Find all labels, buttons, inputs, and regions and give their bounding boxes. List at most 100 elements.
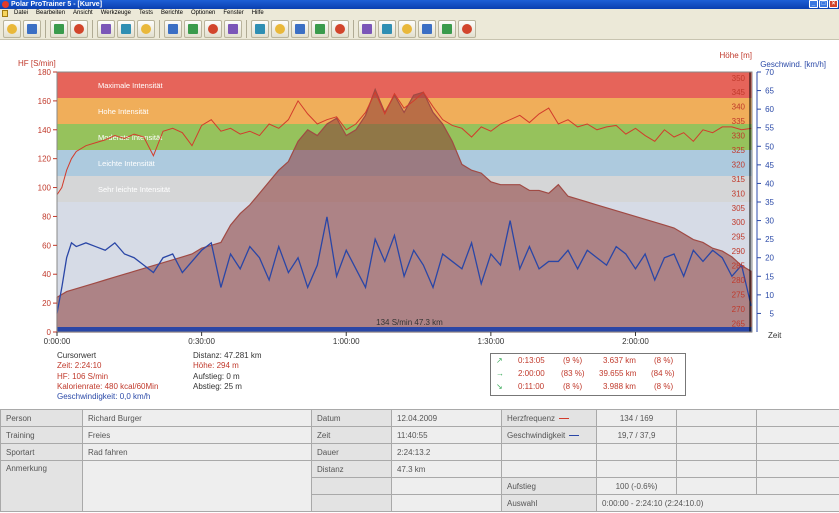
- y-right-alt-axis-title: Höhe [m]: [720, 51, 752, 60]
- menu-optionen[interactable]: Optionen: [187, 9, 219, 18]
- menu-hilfe[interactable]: Hilfe: [248, 9, 268, 18]
- y-right-alt-tick-label: 330: [732, 132, 746, 141]
- selection-value: 0:00:00 - 2:24:10 (2:24:10.0): [596, 494, 839, 512]
- ascent-value: 100 (-0.6%): [596, 477, 677, 495]
- y-right-speed-tick-label: 70: [765, 68, 774, 77]
- menu-ansicht[interactable]: Ansicht: [69, 9, 97, 18]
- cursor-hf: HF: 106 S/min: [57, 371, 109, 381]
- training-label: Training: [0, 426, 83, 444]
- menu-werkzeuge[interactable]: Werkzeuge: [97, 9, 135, 18]
- y-right-alt-tick-label: 340: [732, 103, 746, 112]
- sport-value[interactable]: Rad fahren: [82, 443, 312, 461]
- info-altitude: Höhe: 294 m: [193, 361, 239, 371]
- zones-icon[interactable]: [204, 19, 222, 38]
- open-folder-icon[interactable]: [3, 19, 21, 38]
- x-axis-title: Zeit: [768, 331, 782, 340]
- distance-value: 47.3 km: [391, 460, 502, 478]
- save-icon[interactable]: [23, 19, 41, 38]
- speed-legend-line: [569, 434, 580, 436]
- info-descent: Abstieg: 25 m: [193, 381, 242, 391]
- download-icon[interactable]: [271, 19, 289, 38]
- slope-stats-box: ↗ 0:13:05 (9 %) 3.637 km (8 %) → 2:00:00…: [490, 353, 686, 396]
- person-value[interactable]: Richard Burger: [82, 409, 312, 427]
- chart-column-icon[interactable]: [184, 19, 202, 38]
- curve-chart[interactable]: Maximale Intensität Hohe Intensität Modera…: [0, 48, 839, 348]
- menu-berichte[interactable]: Berichte: [157, 9, 187, 18]
- stats-time: 0:11:00: [518, 382, 545, 391]
- stats-row-up: ↗ 0:13:05 (9 %) 3.637 km (8 %): [491, 356, 687, 368]
- toolbar-separator: [45, 19, 46, 38]
- y-right-speed-tick-label: 45: [765, 161, 774, 170]
- y-left-tick-label: 140: [38, 126, 52, 135]
- training-value[interactable]: Freies: [82, 426, 312, 444]
- chart-bar-icon[interactable]: [164, 19, 182, 38]
- hr-zone-label: Moderate Intensität: [98, 133, 163, 142]
- empty-cell: [596, 443, 677, 461]
- time-value[interactable]: 11:40:55: [391, 426, 502, 444]
- stats-pct-dist: (84 %): [651, 369, 675, 378]
- hr-zone-label: Leichte Intensität: [98, 159, 156, 168]
- hr-zone-label: Maximale Intensität: [98, 81, 164, 90]
- cursor-value-label: 134 S/min 47.3 km: [376, 318, 443, 327]
- speed-value: 19,7 / 37,9: [596, 426, 677, 444]
- y-left-tick-label: 60: [42, 241, 51, 250]
- empty-cell: [676, 460, 757, 478]
- refresh-icon[interactable]: [50, 19, 68, 38]
- note-label: Anmerkung: [0, 460, 83, 512]
- y-left-tick-label: 40: [42, 270, 51, 279]
- document-icon: [2, 10, 8, 17]
- report-week-icon[interactable]: [398, 19, 416, 38]
- hr-value: 134 / 169: [596, 409, 677, 427]
- export-icon[interactable]: [137, 19, 155, 38]
- empty-cell: [676, 477, 757, 495]
- y-right-speed-tick-label: 60: [765, 105, 774, 114]
- menu-datei[interactable]: Datei: [10, 9, 32, 18]
- cursor-title: Cursorwert: [57, 351, 97, 360]
- maximize-icon[interactable]: □: [819, 0, 828, 8]
- calendar-icon[interactable]: [117, 19, 135, 38]
- minimize-icon[interactable]: _: [809, 0, 818, 8]
- toolbar-separator: [159, 19, 160, 38]
- empty-cell: [756, 460, 839, 478]
- menu-tests[interactable]: Tests: [135, 9, 157, 18]
- settings-icon[interactable]: [70, 19, 88, 38]
- empty-cell: [676, 409, 757, 427]
- compare-icon[interactable]: [331, 19, 349, 38]
- list-icon[interactable]: [97, 19, 115, 38]
- table-row: Training Freies Zeit 11:40:55 Geschwindi…: [0, 426, 839, 444]
- report-month-icon[interactable]: [418, 19, 436, 38]
- duration-value: 2:24:13.2: [391, 443, 502, 461]
- chart-area: Maximale Intensität Hohe Intensität Modera…: [0, 48, 839, 348]
- info-ascent: Aufstieg: 0 m: [193, 371, 240, 381]
- note-value[interactable]: [82, 460, 312, 512]
- menu-fenster[interactable]: Fenster: [219, 9, 247, 18]
- ascent-label: Aufstieg: [501, 477, 597, 495]
- y-right-alt-tick-label: 350: [732, 74, 746, 83]
- arrow-down-icon: ↘: [496, 382, 503, 391]
- toolbar: [0, 18, 839, 40]
- zoom-icon[interactable]: [251, 19, 269, 38]
- stats-pct-time: (8 %): [563, 382, 583, 391]
- report-year-icon[interactable]: [438, 19, 456, 38]
- toolbar-separator: [92, 19, 93, 38]
- x-tick-label: 0:00:00: [44, 337, 71, 346]
- y-right-alt-tick-label: 325: [732, 146, 746, 155]
- report-zones-icon[interactable]: [378, 19, 396, 38]
- y-right-alt-tick-label: 310: [732, 189, 746, 198]
- menu-bearbeiten[interactable]: Bearbeiten: [32, 9, 69, 18]
- y-right-alt-tick-label: 280: [732, 276, 746, 285]
- close-icon[interactable]: ×: [829, 0, 838, 8]
- empty-cell: [676, 426, 757, 444]
- user-icon[interactable]: [458, 19, 476, 38]
- report-hr-icon[interactable]: [358, 19, 376, 38]
- selection-label: Auswahl: [501, 494, 597, 512]
- date-value[interactable]: 12.04.2009: [391, 409, 502, 427]
- speed-label-text: Geschwindigkeit: [507, 430, 566, 440]
- upload-icon[interactable]: [291, 19, 309, 38]
- empty-cell: [756, 426, 839, 444]
- distance-label: Distanz: [311, 460, 392, 478]
- empty-cell: [391, 494, 502, 512]
- stats-row-down: ↘ 0:11:00 (8 %) 3.988 km (8 %): [491, 382, 687, 394]
- sync-icon[interactable]: [311, 19, 329, 38]
- laps-icon[interactable]: [224, 19, 242, 38]
